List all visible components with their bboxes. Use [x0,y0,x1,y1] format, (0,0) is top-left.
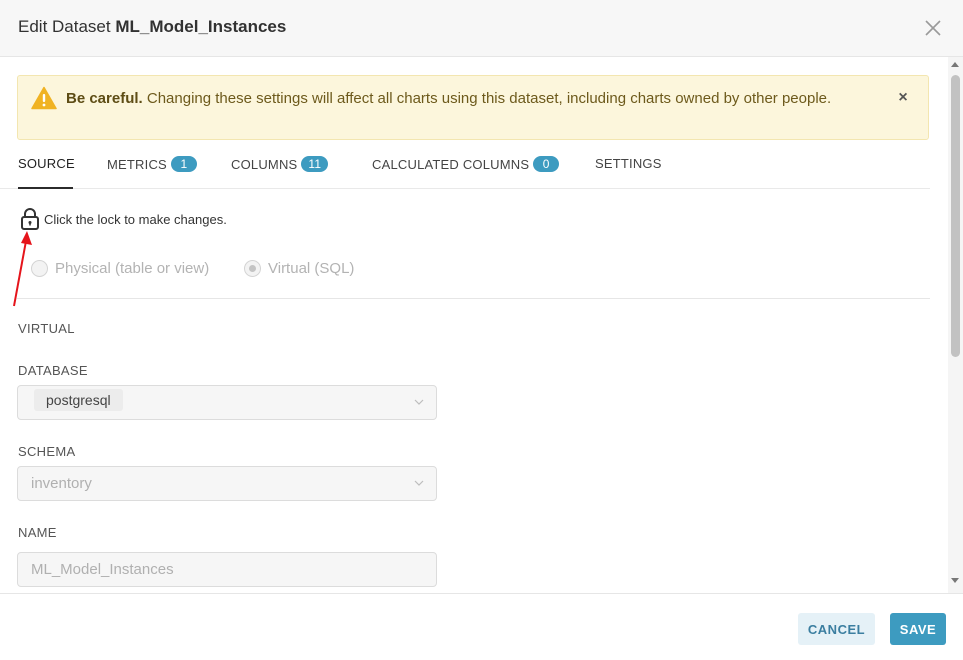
tab-settings[interactable]: SETTINGS [595,150,662,189]
schema-label: SCHEMA [18,444,76,459]
tab-label: METRICS [107,157,167,172]
radio-physical-label: Physical (table or view) [55,260,210,277]
modal-header: Edit Dataset ML_Model_Instances [0,0,963,57]
alert-message: Be careful. Changing these settings will… [66,87,866,111]
scroll-up-arrow[interactable] [951,62,959,67]
tab-calculated-columns[interactable]: CALCULATED COLUMNS 0 [372,150,560,189]
database-select[interactable]: postgresql [17,385,437,420]
lock-icon[interactable] [20,207,40,231]
edit-dataset-modal: Edit Dataset ML_Model_Instances Be caref… [0,0,963,660]
lock-hint: Click the lock to make changes. [44,212,227,227]
scrollbar[interactable] [948,57,963,593]
section-divider [17,298,930,299]
chevron-down-icon [414,399,424,405]
database-label: DATABASE [18,363,88,378]
tab-source[interactable]: SOURCE [18,150,75,189]
database-tag: postgresql [34,389,123,411]
scroll-thumb[interactable] [951,75,960,357]
modal-footer: CANCEL SAVE [0,593,963,660]
virtual-section-title: VIRTUAL [18,321,75,336]
dataset-name: ML_Model_Instances [115,17,287,36]
tab-badge: 0 [533,156,560,172]
tab-label: COLUMNS [231,157,298,172]
modal-title: Edit Dataset ML_Model_Instances [18,17,286,37]
alert-bold: Be careful. [66,90,143,107]
modal-title-prefix: Edit Dataset [18,17,111,36]
close-icon[interactable] [921,16,945,40]
scroll-down-arrow[interactable] [951,578,959,583]
tab-bar: SOURCE METRICS 1 COLUMNS 11 CALCULATED COL… [0,150,930,189]
chevron-down-icon [414,480,424,486]
tab-badge: 1 [170,156,197,172]
save-button[interactable]: SAVE [890,613,946,645]
cancel-button[interactable]: CANCEL [798,613,875,645]
schema-value: inventory [31,475,92,492]
warning-icon [31,86,57,110]
tab-metrics[interactable]: METRICS 1 [107,150,197,189]
radio-physical[interactable] [31,260,48,277]
radio-virtual-label: Virtual (SQL) [268,260,355,277]
alert-body: Changing these settings will affect all … [142,90,832,107]
name-label: NAME [18,525,57,540]
tab-columns[interactable]: COLUMNS 11 [231,150,329,189]
schema-select[interactable]: inventory [17,466,437,501]
alert-close-icon[interactable]: × [895,90,911,106]
name-input[interactable] [17,552,437,587]
warning-alert: Be careful. Changing these settings will… [17,75,929,140]
tab-label: CALCULATED COLUMNS [372,157,530,172]
modal-body: Be careful. Changing these settings will… [0,57,963,593]
radio-virtual[interactable] [244,260,261,277]
tab-label: SETTINGS [595,156,662,171]
tab-label: SOURCE [18,156,75,171]
tab-badge: 11 [301,156,329,172]
